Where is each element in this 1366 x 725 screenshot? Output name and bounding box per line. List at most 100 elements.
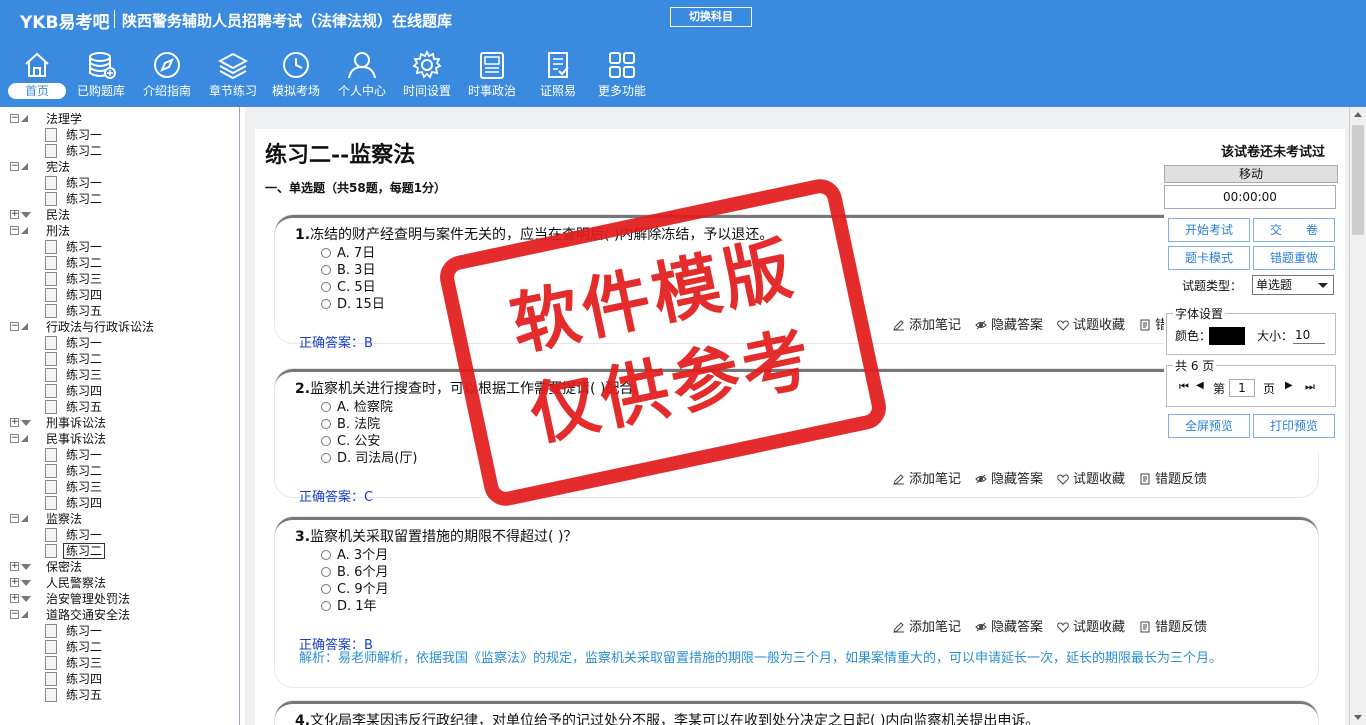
page-number-input[interactable]: 1: [1229, 379, 1255, 397]
main-scrollbar[interactable]: [1349, 107, 1366, 725]
font-color-swatch[interactable]: [1209, 327, 1245, 345]
prev-page-icon[interactable]: ◀: [1196, 380, 1204, 391]
tree-leaf[interactable]: 练习四: [0, 671, 238, 687]
radio-button[interactable]: [321, 453, 331, 463]
question-type-select[interactable]: 单选题: [1252, 275, 1334, 295]
switch-subject-button[interactable]: 切换科目: [670, 7, 752, 27]
tree-node[interactable]: − 民事诉讼法: [0, 431, 238, 447]
tree-leaf[interactable]: 练习一: [0, 527, 238, 543]
radio-button[interactable]: [321, 402, 331, 412]
radio-button[interactable]: [321, 299, 331, 309]
radio-button[interactable]: [321, 265, 331, 275]
radio-button[interactable]: [321, 248, 331, 258]
tree-leaf[interactable]: 练习四: [0, 495, 238, 511]
tree-leaf[interactable]: 练习一: [0, 623, 238, 639]
submit-exam-button[interactable]: 交 卷: [1253, 218, 1335, 242]
tree-node[interactable]: + 人民警察法: [0, 575, 238, 591]
radio-button[interactable]: [321, 282, 331, 292]
radio-button[interactable]: [321, 567, 331, 577]
nav-item-4[interactable]: 模拟考场: [263, 46, 329, 104]
radio-button[interactable]: [321, 601, 331, 611]
tree-leaf[interactable]: 练习三: [0, 271, 238, 287]
tree-leaf[interactable]: 练习五: [0, 303, 238, 319]
tree-leaf[interactable]: 练习三: [0, 655, 238, 671]
print-preview-button[interactable]: 打印预览: [1253, 414, 1335, 438]
tree-leaf[interactable]: 练习一: [0, 175, 238, 191]
nav-item-2[interactable]: 介绍指南: [134, 46, 200, 104]
nav-item-0[interactable]: 首页: [4, 46, 70, 104]
answer-option[interactable]: D. 司法局(厅): [321, 447, 417, 466]
radio-button[interactable]: [321, 584, 331, 594]
collapse-icon[interactable]: −: [10, 322, 19, 331]
tree-node[interactable]: − 法理学: [0, 111, 238, 127]
card-mode-button[interactable]: 题卡模式: [1168, 246, 1250, 270]
tree-leaf[interactable]: 练习三: [0, 367, 238, 383]
nav-item-6[interactable]: 时间设置: [394, 46, 460, 104]
report-error-button[interactable]: 错题反馈: [1139, 472, 1207, 487]
tree-leaf[interactable]: 练习二: [0, 463, 238, 479]
hide-answer-button[interactable]: 隐藏答案: [975, 318, 1043, 333]
nav-item-1[interactable]: 已购题库: [68, 46, 134, 104]
scrollbar-thumb[interactable]: [1352, 125, 1364, 235]
tree-node[interactable]: + 刑事诉讼法: [0, 415, 238, 431]
nav-item-7[interactable]: 时事政治: [459, 46, 525, 104]
tree-leaf[interactable]: 练习三: [0, 479, 238, 495]
tree-leaf[interactable]: 练习一: [0, 335, 238, 351]
tree-leaf[interactable]: 练习一: [0, 447, 238, 463]
tree-node[interactable]: − 道路交通安全法: [0, 607, 238, 623]
radio-button[interactable]: [321, 436, 331, 446]
add-note-button[interactable]: 添加笔记: [893, 318, 961, 333]
nav-item-3[interactable]: 章节练习: [200, 46, 266, 104]
tree-leaf[interactable]: 练习五: [0, 399, 238, 415]
tree-leaf[interactable]: 练习四: [0, 383, 238, 399]
collapse-icon[interactable]: −: [10, 514, 19, 523]
favorite-button[interactable]: 试题收藏: [1057, 620, 1125, 635]
tree-leaf[interactable]: 练习二: [0, 191, 238, 207]
expand-icon[interactable]: +: [10, 578, 19, 587]
favorite-button[interactable]: 试题收藏: [1057, 318, 1125, 333]
fullscreen-preview-button[interactable]: 全屏预览: [1168, 414, 1250, 438]
font-size-input[interactable]: 10: [1293, 326, 1325, 344]
first-page-icon[interactable]: ⏮: [1179, 380, 1189, 394]
add-note-button[interactable]: 添加笔记: [893, 620, 961, 635]
panel-move-handle[interactable]: 移动: [1164, 165, 1338, 183]
tree-leaf[interactable]: 练习一: [0, 127, 238, 143]
collapse-icon[interactable]: −: [10, 114, 19, 123]
expand-icon[interactable]: +: [10, 418, 19, 427]
answer-option[interactable]: D. 15日: [321, 293, 385, 312]
hide-answer-button[interactable]: 隐藏答案: [975, 472, 1043, 487]
tree-node[interactable]: + 治安管理处罚法: [0, 591, 238, 607]
tree-leaf[interactable]: 练习一: [0, 239, 238, 255]
tree-node[interactable]: + 保密法: [0, 559, 238, 575]
tree-node[interactable]: − 宪法: [0, 159, 238, 175]
answer-option[interactable]: D. 1年: [321, 595, 377, 614]
start-exam-button[interactable]: 开始考试: [1168, 218, 1250, 242]
expand-icon[interactable]: +: [10, 210, 19, 219]
hide-answer-button[interactable]: 隐藏答案: [975, 620, 1043, 635]
tree-leaf[interactable]: 练习二: [0, 639, 238, 655]
expand-icon[interactable]: +: [10, 594, 19, 603]
collapse-icon[interactable]: −: [10, 610, 19, 619]
tree-leaf[interactable]: 练习四: [0, 287, 238, 303]
nav-item-5[interactable]: 个人中心: [329, 46, 395, 104]
redo-wrong-button[interactable]: 错题重做: [1253, 246, 1335, 270]
tree-node[interactable]: − 行政法与行政诉讼法: [0, 319, 238, 335]
tree-node[interactable]: + 民法: [0, 207, 238, 223]
tree-leaf[interactable]: 练习二: [0, 543, 238, 559]
tree-leaf[interactable]: 练习二: [0, 255, 238, 271]
nav-item-8[interactable]: 证照易: [525, 46, 591, 104]
nav-item-9[interactable]: 更多功能: [589, 46, 655, 104]
tree-leaf[interactable]: 练习二: [0, 351, 238, 367]
collapse-icon[interactable]: −: [10, 226, 19, 235]
scroll-down-icon[interactable]: [1354, 715, 1362, 720]
tree-leaf[interactable]: 练习二: [0, 143, 238, 159]
collapse-icon[interactable]: −: [10, 434, 19, 443]
next-page-icon[interactable]: ▶: [1285, 380, 1293, 391]
report-error-button[interactable]: 错题反馈: [1139, 620, 1207, 635]
tree-leaf[interactable]: 练习五: [0, 687, 238, 703]
radio-button[interactable]: [321, 419, 331, 429]
last-page-icon[interactable]: ⏭: [1305, 380, 1315, 394]
tree-node[interactable]: − 监察法: [0, 511, 238, 527]
collapse-icon[interactable]: −: [10, 162, 19, 171]
scroll-up-icon[interactable]: [1354, 112, 1362, 117]
